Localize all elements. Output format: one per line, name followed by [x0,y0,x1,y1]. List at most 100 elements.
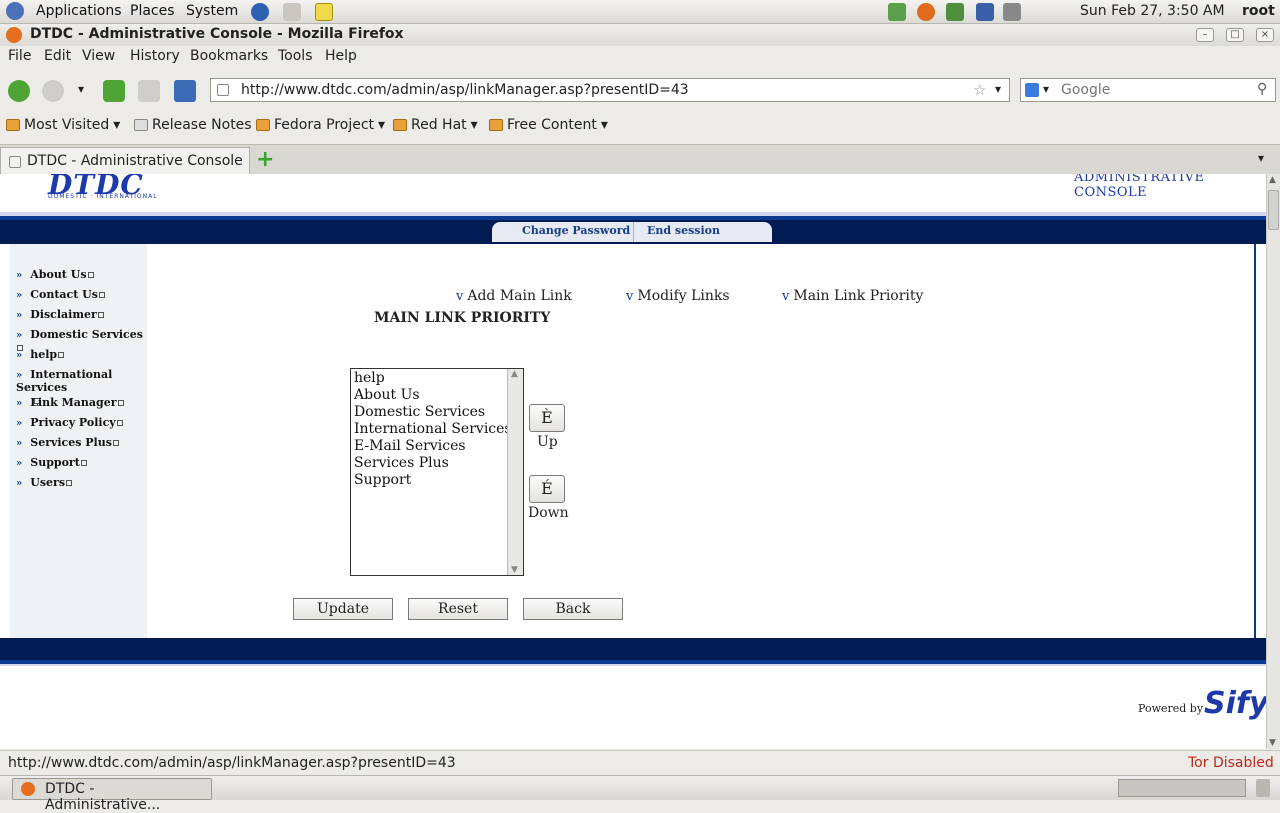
trash-icon[interactable] [1256,779,1270,797]
back-icon[interactable] [8,80,30,102]
forward-icon[interactable] [42,80,64,102]
bookmark-most-visited[interactable]: Most Visited ▾ [6,117,120,133]
clock[interactable]: Sun Feb 27, 3:50 AM [1080,3,1225,19]
sidebar-item-label: Support [30,456,80,469]
menu-view[interactable]: View [82,48,115,64]
update-button[interactable]: Update [293,598,393,620]
end-session-link[interactable]: End session [647,224,720,237]
places-menu[interactable]: Places [130,3,175,19]
sidebar-item-services-plus[interactable]: » Services Plus [16,436,119,449]
link-priority-listbox[interactable]: help About Us Domestic Services Internat… [350,368,524,576]
sidebar-item-contact-us[interactable]: » Contact Us [16,288,105,301]
web-browser-launcher-icon[interactable] [251,3,269,21]
change-password-link[interactable]: Change Password [522,224,630,237]
minimize-button[interactable]: – [1196,28,1214,42]
bookmark-free-content[interactable]: Free Content ▾ [489,117,608,133]
sidebar-item-support[interactable]: » Support [16,456,87,469]
new-tab-icon[interactable]: + [256,147,274,172]
url-text[interactable]: http://www.dtdc.com/admin/asp/linkManage… [241,82,689,98]
sidebar-item-help[interactable]: » help [16,348,65,361]
menu-help[interactable]: Help [325,48,357,64]
list-item[interactable]: About Us [354,387,420,403]
window-title: DTDC - Administrative Console - Mozilla … [30,26,404,42]
list-item[interactable]: E-Mail Services [354,438,466,454]
list-item[interactable]: Domestic Services [354,404,485,420]
bookmarks-toolbar: Most Visited ▾ Release Notes Fedora Proje… [0,113,1280,139]
bookmark-star-icon[interactable]: ☆ [973,81,986,99]
scroll-down-icon[interactable]: ▼ [1269,738,1276,748]
listbox-scrollbar[interactable]: ▲ ▼ [507,369,523,575]
folder-icon [393,119,407,131]
sidebar-item-privacy-policy[interactable]: » Privacy Policy [16,416,123,429]
history-dropdown-icon[interactable]: ▾ [78,82,84,96]
tab-dtdc-console[interactable]: DTDC - Administrative Console [0,147,250,175]
sidebar-item-label: Disclaimer [30,308,97,321]
list-item[interactable]: help [354,370,385,386]
move-up-button[interactable]: È [529,404,565,432]
search-icon[interactable]: ⚲ [1257,81,1267,97]
reset-button[interactable]: Reset [408,598,508,620]
firefox-icon [6,27,22,43]
network-icon[interactable] [888,3,906,21]
home-icon[interactable] [174,80,196,102]
notes-launcher-icon[interactable] [315,3,333,21]
list-item[interactable]: Support [354,472,411,488]
workspace-switcher[interactable] [1118,779,1246,797]
sidebar-item-label: Domestic Services [30,328,143,341]
window-titlebar: DTDC - Administrative Console - Mozilla … [0,24,1280,46]
sidebar-item-about-us[interactable]: » About Us [16,268,94,281]
update-icon[interactable] [917,3,935,21]
tab-bar: DTDC - Administrative Console + ▾ [0,144,1280,175]
scroll-down-icon[interactable]: ▼ [511,565,518,575]
taskbar-window-button[interactable]: DTDC - Administrative... [12,778,212,813]
tor-status[interactable]: Tor Disabled [1188,755,1274,771]
bookmark-release-notes[interactable]: Release Notes [134,117,252,133]
scroll-up-icon[interactable]: ▲ [511,369,518,379]
back-button[interactable]: Back [523,598,623,620]
reload-icon[interactable] [103,80,125,102]
google-engine-icon[interactable] [1025,83,1039,97]
add-main-link[interactable]: v Add Main Link [456,288,572,304]
sify-logo[interactable]: Sify [1204,686,1266,721]
main-link-priority[interactable]: v Main Link Priority [782,288,923,304]
user-name[interactable]: root [1242,3,1275,19]
url-dropdown-icon[interactable]: ▾ [995,82,1001,96]
sidebar-item-link-manager[interactable]: » Link Manager [16,396,124,409]
search-input[interactable] [1059,81,1249,99]
site-identity-icon[interactable] [217,84,229,96]
scroll-thumb[interactable] [1268,190,1279,230]
package-icon[interactable] [946,3,964,21]
page-icon [134,119,148,131]
sidebar-item-disclaimer[interactable]: » Disclaimer [16,308,104,321]
bookmark-red-hat[interactable]: Red Hat ▾ [393,117,478,133]
menu-history[interactable]: History [130,48,180,64]
email-launcher-icon[interactable] [283,3,301,21]
footer-band [0,638,1266,666]
move-down-button[interactable]: É [529,475,565,503]
bookmark-fedora-project[interactable]: Fedora Project ▾ [256,117,385,133]
sidebar-item-users[interactable]: » Users [16,476,73,489]
menu-tools[interactable]: Tools [278,48,313,64]
modify-links[interactable]: v Modify Links [626,288,730,304]
search-box[interactable]: ▾ ⚲ [1020,78,1276,102]
signal-icon[interactable] [1003,3,1021,21]
page-scrollbar[interactable]: ▲ ▼ [1266,174,1280,749]
bluetooth-icon[interactable] [976,3,994,21]
stop-icon[interactable] [138,80,160,102]
subnav-label: Add Main Link [467,288,572,304]
maximize-button[interactable]: □ [1226,28,1244,42]
menu-file[interactable]: File [8,48,31,64]
tab-list-icon[interactable]: ▾ [1258,151,1264,165]
url-bar[interactable]: http://www.dtdc.com/admin/asp/linkManage… [210,78,1010,102]
list-item[interactable]: International Services [354,421,512,437]
menu-edit[interactable]: Edit [44,48,71,64]
folder-icon [489,119,503,131]
applications-menu[interactable]: Applications [36,3,122,19]
close-button[interactable]: × [1256,28,1274,42]
list-item[interactable]: Services Plus [354,455,449,471]
powered-by-label: Powered by [1138,702,1204,715]
scroll-up-icon[interactable]: ▲ [1269,175,1276,185]
system-menu[interactable]: System [186,3,238,19]
engine-dropdown-icon[interactable]: ▾ [1043,82,1049,96]
menu-bookmarks[interactable]: Bookmarks [190,48,268,64]
